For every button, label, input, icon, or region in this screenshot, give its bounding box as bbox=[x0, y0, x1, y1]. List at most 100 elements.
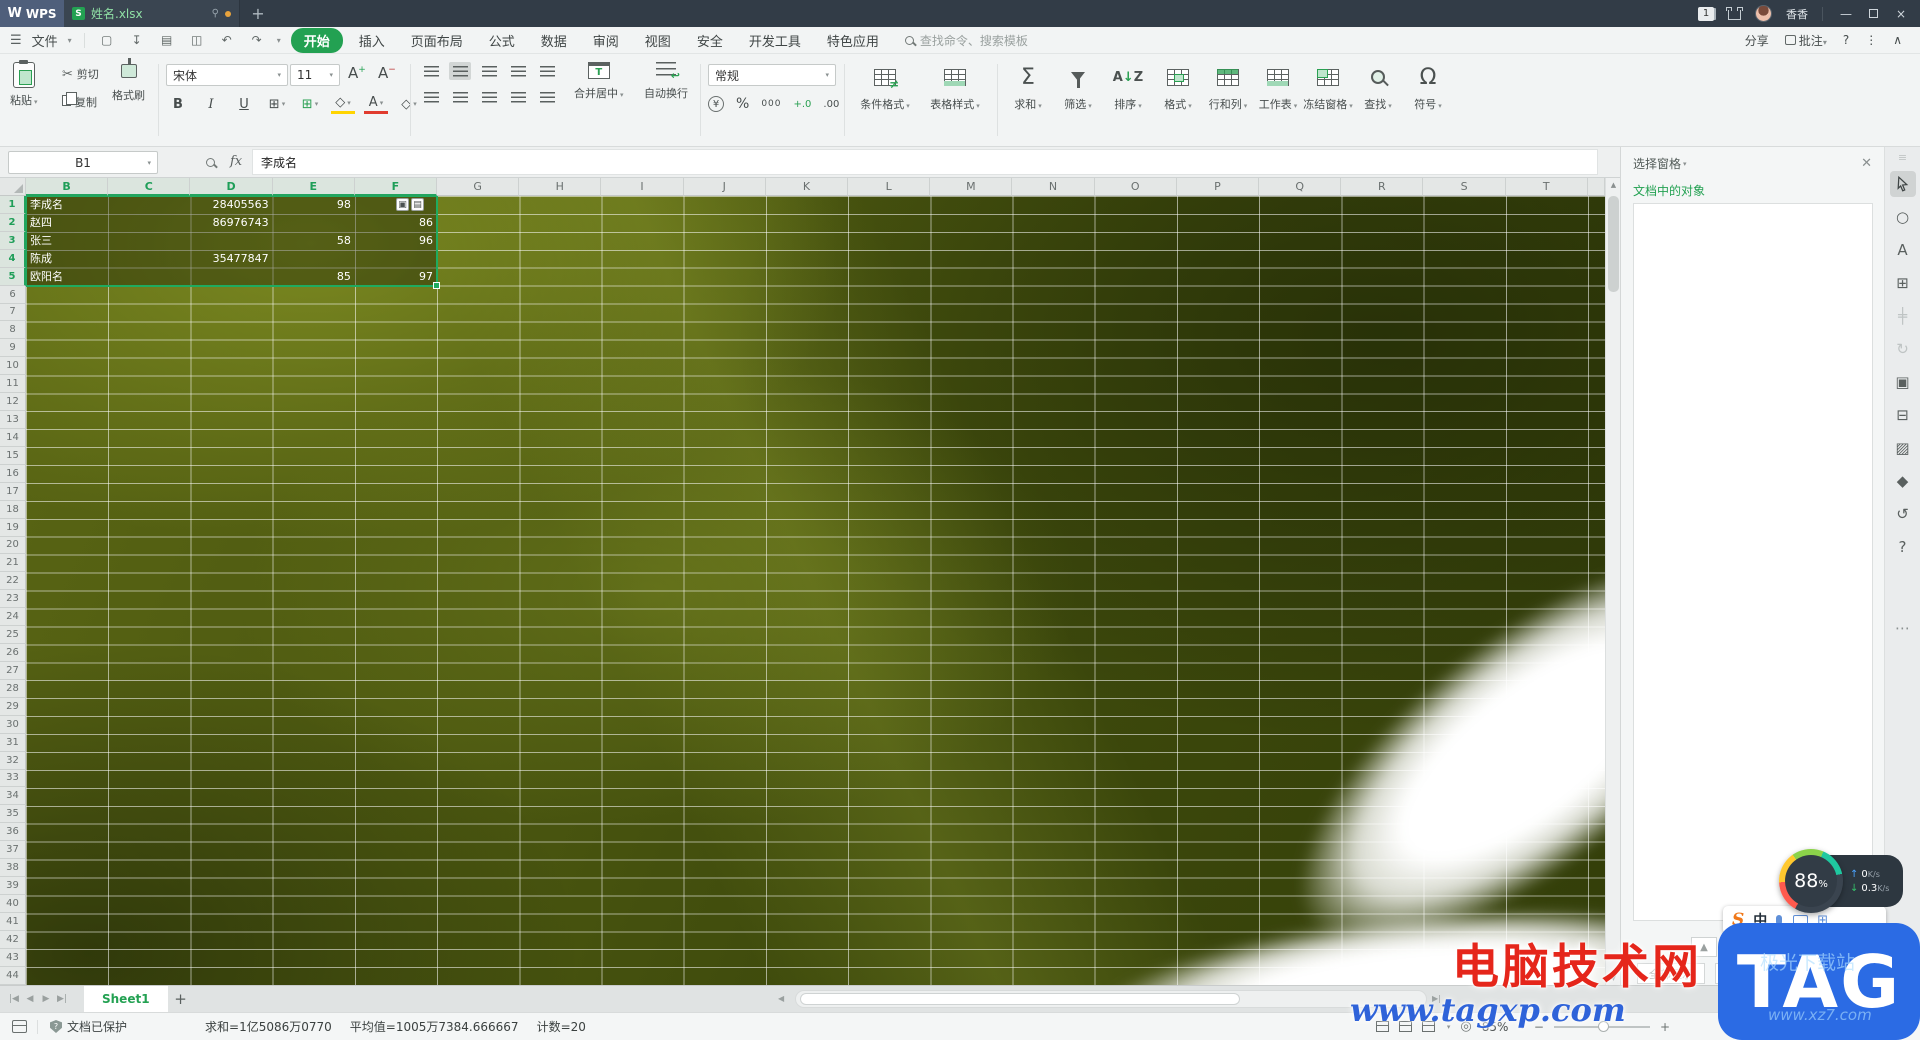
picture-icon[interactable]: ▨ bbox=[1890, 435, 1916, 461]
draw-border-button[interactable]: ⊞▾ bbox=[298, 94, 322, 114]
image-badge-icon[interactable]: ▣ bbox=[396, 198, 409, 211]
column-header-Q[interactable]: Q bbox=[1259, 178, 1341, 196]
rows-columns-button[interactable]: 行和列▾ bbox=[1203, 58, 1253, 112]
next-sheet-icon[interactable]: ▶ bbox=[38, 994, 54, 1004]
export-icon[interactable]: ↧ bbox=[127, 33, 147, 47]
horizontal-scrollbar[interactable] bbox=[795, 990, 1427, 1008]
insert-function-button[interactable]: fx bbox=[230, 154, 242, 169]
vertical-scrollbar[interactable]: ▲ ▼ bbox=[1605, 178, 1620, 985]
row-header-23[interactable]: 23 bbox=[0, 590, 26, 608]
wordart-icon[interactable]: A bbox=[1890, 237, 1916, 263]
formula-search-icon[interactable] bbox=[206, 156, 215, 170]
row-header-36[interactable]: 36 bbox=[0, 823, 26, 841]
more-icon[interactable]: ⋯ bbox=[1890, 615, 1916, 641]
row-header-39[interactable]: 39 bbox=[0, 877, 26, 895]
column-header-P[interactable]: P bbox=[1177, 178, 1259, 196]
document-protected-label[interactable]: 文档已保护 bbox=[67, 1018, 127, 1035]
cell-B4[interactable]: 陈成 bbox=[26, 250, 108, 268]
column-header-E[interactable]: E bbox=[273, 178, 355, 196]
redo-icon[interactable]: ↷ bbox=[247, 33, 267, 47]
row-header-43[interactable]: 43 bbox=[0, 949, 26, 967]
find-button[interactable]: 查找▾ bbox=[1353, 58, 1403, 112]
sheet-tab-active[interactable]: Sheet1 bbox=[84, 986, 168, 1013]
panel-close-icon[interactable]: ✕ bbox=[1861, 156, 1872, 171]
row-header-29[interactable]: 29 bbox=[0, 698, 26, 716]
column-header-S[interactable]: S bbox=[1423, 178, 1505, 196]
font-family-select[interactable]: 宋体▾ bbox=[166, 64, 288, 86]
help-button[interactable]: ? bbox=[1843, 33, 1849, 47]
shapes-icon[interactable]: ○ bbox=[1890, 204, 1916, 230]
wrap-text-button[interactable]: ↩ 自动换行 bbox=[644, 62, 688, 101]
column-header-B[interactable]: B bbox=[26, 178, 108, 196]
row-header-22[interactable]: 22 bbox=[0, 572, 26, 590]
hscroll-left-icon[interactable]: ◀ bbox=[778, 994, 784, 1003]
increase-decimal-button[interactable]: +.0 bbox=[794, 99, 812, 110]
menu-item-特色应用[interactable]: 特色应用 bbox=[817, 29, 889, 52]
freeze-panes-button[interactable]: 冻结窗格▾ bbox=[1303, 58, 1353, 112]
menu-item-公式[interactable]: 公式 bbox=[479, 29, 525, 52]
row-header-33[interactable]: 33 bbox=[0, 770, 26, 788]
column-header-K[interactable]: K bbox=[766, 178, 848, 196]
help-icon[interactable]: ? bbox=[1890, 534, 1916, 560]
row-header-6[interactable]: 6 bbox=[0, 286, 26, 304]
cell-E1[interactable]: 98 bbox=[273, 196, 355, 214]
menu-item-开始[interactable]: 开始 bbox=[291, 28, 343, 53]
horizontal-scroll-thumb[interactable] bbox=[800, 993, 1240, 1005]
last-sheet-icon[interactable]: ▶| bbox=[54, 994, 70, 1004]
hamburger-icon[interactable]: ☰ bbox=[10, 33, 22, 48]
column-header-M[interactable]: M bbox=[930, 178, 1012, 196]
add-sheet-button[interactable]: + bbox=[168, 990, 194, 1008]
scroll-up-icon[interactable]: ▲ bbox=[1606, 178, 1621, 192]
performance-gauge[interactable]: 88% bbox=[1779, 849, 1843, 913]
column-header-L[interactable]: L bbox=[848, 178, 930, 196]
row-header-19[interactable]: 19 bbox=[0, 519, 26, 537]
menu-item-审阅[interactable]: 审阅 bbox=[583, 29, 629, 52]
cell-E3[interactable]: 58 bbox=[273, 232, 355, 250]
wps-logo[interactable]: WWPS bbox=[0, 0, 64, 27]
row-header-13[interactable]: 13 bbox=[0, 411, 26, 429]
cell-E5[interactable]: 85 bbox=[273, 268, 355, 286]
row-header-2[interactable]: 2 bbox=[0, 214, 26, 232]
row-header-34[interactable]: 34 bbox=[0, 787, 26, 805]
sum-button[interactable]: Σ求和▾ bbox=[1003, 58, 1053, 112]
merge-center-button[interactable]: T 合并居中▾ bbox=[574, 62, 624, 101]
user-avatar[interactable] bbox=[1755, 5, 1772, 22]
increase-font-button[interactable]: A+ bbox=[348, 64, 366, 82]
justify-button[interactable] bbox=[507, 88, 529, 106]
skin-theme-icon[interactable] bbox=[1728, 10, 1741, 20]
column-header-D[interactable]: D bbox=[190, 178, 272, 196]
drag-handle-icon[interactable]: ≡ bbox=[1890, 151, 1916, 163]
maximize-button[interactable] bbox=[1869, 9, 1878, 18]
align-top-button[interactable] bbox=[420, 62, 442, 80]
align-bottom-button[interactable] bbox=[478, 62, 500, 80]
select-all-corner[interactable] bbox=[0, 178, 26, 196]
table-icon[interactable]: ⊞ bbox=[1890, 270, 1916, 296]
cell-F3[interactable]: 96 bbox=[355, 232, 437, 250]
borders-button[interactable]: ⊞▾ bbox=[265, 94, 289, 114]
paste-button[interactable]: 粘贴▾ bbox=[10, 62, 38, 108]
save-icon[interactable]: ▢ bbox=[97, 33, 117, 47]
indent-increase-button[interactable] bbox=[536, 62, 558, 80]
icon-library-icon[interactable]: ◆ bbox=[1890, 468, 1916, 494]
currency-format-button[interactable]: ¥ bbox=[708, 96, 724, 112]
new-tab-button[interactable]: + bbox=[240, 0, 276, 27]
row-header-14[interactable]: 14 bbox=[0, 429, 26, 447]
panel-title[interactable]: 选择窗格 bbox=[1633, 155, 1681, 172]
cell-F2[interactable]: 86 bbox=[355, 214, 437, 232]
font-size-select[interactable]: 11▾ bbox=[290, 64, 340, 86]
row-header-7[interactable]: 7 bbox=[0, 304, 26, 322]
menu-item-插入[interactable]: 插入 bbox=[349, 29, 395, 52]
row-header-27[interactable]: 27 bbox=[0, 662, 26, 680]
row-header-41[interactable]: 41 bbox=[0, 913, 26, 931]
row-header-12[interactable]: 12 bbox=[0, 393, 26, 411]
cell-name-box[interactable]: B1▾ bbox=[8, 151, 158, 174]
row-header-18[interactable]: 18 bbox=[0, 501, 26, 519]
more-menu-icon[interactable]: ⋮ bbox=[1865, 33, 1877, 47]
column-header-T[interactable]: T bbox=[1506, 178, 1588, 196]
document-tab[interactable]: S 姓名.xlsx ⚲ bbox=[64, 0, 240, 27]
printer-badge-icon[interactable]: ▤ bbox=[411, 198, 424, 211]
conditional-format-button[interactable]: ≠条件格式▾ bbox=[850, 58, 920, 112]
row-header-26[interactable]: 26 bbox=[0, 644, 26, 662]
minimize-button[interactable]: — bbox=[1837, 7, 1855, 21]
row-header-42[interactable]: 42 bbox=[0, 931, 26, 949]
